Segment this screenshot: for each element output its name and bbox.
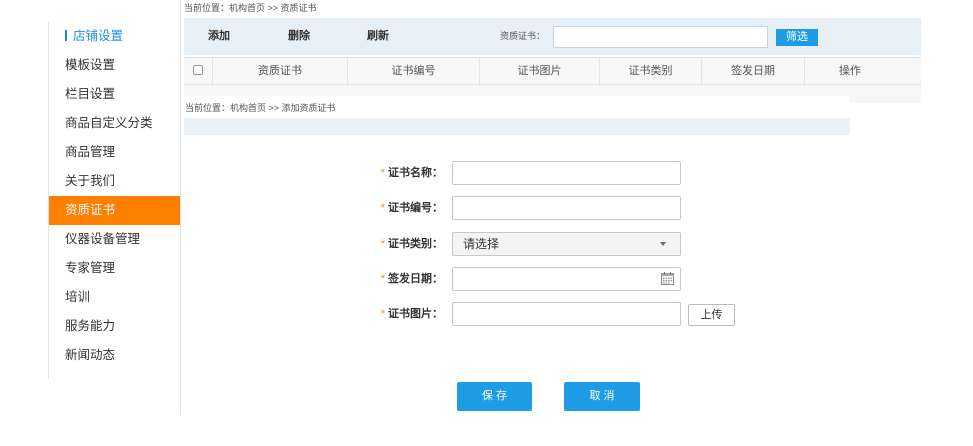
sidebar-item-product-management[interactable]: 商品管理 xyxy=(49,138,180,167)
required-marker: * xyxy=(380,308,385,320)
sidebar-item-news[interactable]: 新闻动态 xyxy=(49,341,180,370)
field-label: * 证书类别： xyxy=(324,232,443,256)
sidebar-item-store-settings[interactable]: 店铺设置 xyxy=(49,22,180,51)
sidebar-item-label: 培训 xyxy=(65,290,91,304)
sidebar-item-label: 关于我们 xyxy=(65,174,116,188)
calendar-icon[interactable] xyxy=(661,272,674,285)
column-header-certificate: 资质证书 xyxy=(213,58,348,84)
field-label: * 签发日期： xyxy=(324,267,443,291)
sidebar-item-label: 模板设置 xyxy=(65,58,116,72)
form-header-band xyxy=(184,118,850,135)
sidebar-item-label: 新闻动态 xyxy=(65,348,116,362)
table-header: 资质证书 证书编号 证书图片 证书类别 签发日期 操作 xyxy=(184,57,921,85)
filter-label: 资质证书： xyxy=(500,31,546,41)
sidebar-item-about-us[interactable]: 关于我们 xyxy=(49,167,180,196)
breadcrumb: 当前位置：机构首页 >> 资质证书 xyxy=(184,3,317,13)
field-label: * 证书图片： xyxy=(324,302,443,326)
sidebar-item-label: 仪器设备管理 xyxy=(65,232,141,246)
sidebar-divider xyxy=(180,0,181,415)
column-header-issue-date: 签发日期 xyxy=(702,58,805,84)
required-marker: * xyxy=(380,273,385,285)
certificate-name-input[interactable] xyxy=(452,161,681,185)
column-header-category: 证书类别 xyxy=(600,58,702,84)
sidebar-item-label: 栏目设置 xyxy=(65,87,116,101)
delete-button[interactable]: 删除 xyxy=(288,18,310,55)
sidebar: 店铺设置 模板设置 栏目设置 商品自定义分类 商品管理 关于我们 资质证书 仪器… xyxy=(48,22,180,379)
field-label: * 证书名称： xyxy=(324,161,443,185)
required-marker: * xyxy=(380,167,385,179)
sidebar-item-label: 店铺设置 xyxy=(73,29,124,43)
sidebar-item-column-settings[interactable]: 栏目设置 xyxy=(49,80,180,109)
certificate-image-input[interactable] xyxy=(452,302,681,326)
chevron-down-icon xyxy=(660,242,666,246)
column-header-number: 证书编号 xyxy=(348,58,480,84)
certificate-category-select[interactable]: 请选择 xyxy=(452,232,681,256)
sidebar-item-template-settings[interactable]: 模板设置 xyxy=(49,51,180,80)
required-marker: * xyxy=(380,238,385,250)
form-row-certificate-image: * 证书图片： 上传 xyxy=(184,302,850,326)
sidebar-item-equipment[interactable]: 仪器设备管理 xyxy=(49,225,180,254)
column-header-image: 证书图片 xyxy=(480,58,600,84)
cancel-button[interactable]: 取 消 xyxy=(564,382,640,411)
field-label-text: 签发日期： xyxy=(388,273,443,285)
required-marker: * xyxy=(380,202,385,214)
form-row-certificate-number: * 证书编号： xyxy=(184,196,850,220)
form-breadcrumb: 当前位置：机构首页 >> 添加资质证书 xyxy=(185,103,336,113)
form-row-certificate-name: * 证书名称： xyxy=(184,161,850,185)
sidebar-item-service-capability[interactable]: 服务能力 xyxy=(49,312,180,341)
form-row-certificate-category: * 证书类别： 请选择 xyxy=(184,232,850,256)
field-label-text: 证书名称： xyxy=(388,167,443,179)
sidebar-item-training[interactable]: 培训 xyxy=(49,283,180,312)
vertical-bar-icon xyxy=(65,30,67,41)
field-label-text: 证书编号： xyxy=(388,202,443,214)
field-label-text: 证书类别： xyxy=(388,238,443,250)
select-value: 请选择 xyxy=(463,237,500,251)
filter-input[interactable] xyxy=(553,26,768,48)
sidebar-item-experts[interactable]: 专家管理 xyxy=(49,254,180,283)
toolbar: 添加 删除 刷新 资质证书： 筛选 xyxy=(184,18,921,55)
field-label-text: 证书图片： xyxy=(388,308,443,320)
add-certificate-panel: 当前位置：机构首页 >> 添加资质证书 * 证书名称： * 证书编号： * 证书类别：… xyxy=(184,96,850,446)
sidebar-item-label: 服务能力 xyxy=(65,319,116,333)
save-button[interactable]: 保 存 xyxy=(457,382,532,411)
sidebar-item-label: 资质证书 xyxy=(65,203,116,217)
filter-button[interactable]: 筛选 xyxy=(776,29,818,46)
checkbox-icon[interactable] xyxy=(193,65,203,75)
select-all-cell xyxy=(184,58,213,84)
form-row-issue-date: * 签发日期： xyxy=(184,267,850,291)
sidebar-item-label: 商品管理 xyxy=(65,145,116,159)
sidebar-item-custom-categories[interactable]: 商品自定义分类 xyxy=(49,109,180,138)
sidebar-item-label: 商品自定义分类 xyxy=(65,116,153,130)
sidebar-item-certificates[interactable]: 资质证书 xyxy=(49,196,180,225)
page: 当前位置：机构首页 >> 资质证书 店铺设置 模板设置 栏目设置 商品自定义分类… xyxy=(0,0,973,446)
add-button[interactable]: 添加 xyxy=(208,18,230,55)
field-label: * 证书编号： xyxy=(324,196,443,220)
upload-button[interactable]: 上传 xyxy=(688,304,735,326)
issue-date-input[interactable] xyxy=(452,267,681,291)
refresh-button[interactable]: 刷新 xyxy=(367,18,389,55)
column-header-actions: 操作 xyxy=(839,65,861,77)
sidebar-item-label: 专家管理 xyxy=(65,261,116,275)
certificate-number-input[interactable] xyxy=(452,196,681,220)
